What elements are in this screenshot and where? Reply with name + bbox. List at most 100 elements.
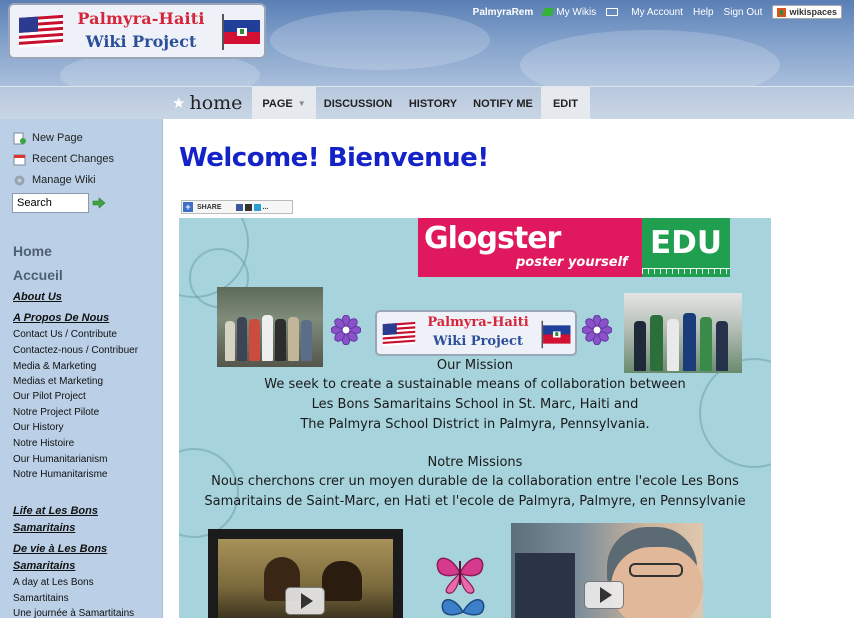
my-wikis-link[interactable]: My Wikis bbox=[542, 6, 597, 18]
tab-page[interactable]: PAGE ▼ bbox=[252, 87, 316, 120]
page-name-label: home bbox=[189, 92, 243, 114]
nav-link[interactable]: Contactez-nous / Contribuer bbox=[13, 345, 138, 356]
nav-link[interactable]: A day at Les Bons bbox=[13, 577, 94, 588]
new-page-icon bbox=[13, 132, 26, 144]
search-input[interactable] bbox=[12, 193, 89, 213]
mail-icon bbox=[606, 7, 619, 16]
delicious-icon bbox=[244, 203, 252, 211]
new-page-label: New Page bbox=[32, 132, 83, 144]
swirl-ornament bbox=[699, 358, 771, 468]
tab-discussion[interactable]: DISCUSSION bbox=[319, 87, 397, 120]
video-person bbox=[322, 561, 362, 601]
flower-icon bbox=[331, 315, 361, 345]
nav-de-vie-2[interactable]: Samaritains bbox=[13, 560, 75, 572]
photo-person bbox=[225, 321, 235, 361]
facebook-icon bbox=[235, 203, 243, 211]
missions-heading: Notre Missions bbox=[427, 455, 523, 470]
chevron-down-icon: ▼ bbox=[297, 99, 306, 108]
nav-link[interactable]: Our History bbox=[13, 422, 64, 433]
page-title: Welcome! Bienvenue! bbox=[179, 143, 489, 173]
my-account-link[interactable]: My Account bbox=[631, 7, 683, 18]
nav-about-us[interactable]: About Us bbox=[13, 291, 62, 303]
mission-text-line: We seek to create a sustainable means of… bbox=[264, 377, 686, 392]
wikispaces-logo-icon bbox=[777, 7, 787, 17]
nav-life-at-les-bons[interactable]: Life at Les Bons bbox=[13, 505, 98, 517]
glogster-green-block: EDU bbox=[642, 218, 730, 277]
site-logo[interactable]: Palmyra-Haiti Wiki Project bbox=[8, 3, 266, 59]
video-player-left[interactable] bbox=[208, 529, 403, 618]
sidebar: New Page Recent Changes Manage Wiki Home… bbox=[0, 119, 163, 618]
gear-icon bbox=[14, 175, 25, 185]
new-page-link[interactable]: New Page bbox=[13, 130, 83, 146]
glog-logo-line-2: Wiki Project bbox=[433, 334, 523, 349]
mission-text-line: The Palmyra School District in Palmyra, … bbox=[300, 417, 650, 432]
site-header: Palmyra-Haiti Wiki Project PalmyraRem My… bbox=[0, 0, 854, 86]
glogster-pink-block: Glogster poster yourself bbox=[418, 218, 642, 277]
play-button[interactable] bbox=[285, 587, 325, 615]
header-cloud bbox=[270, 10, 490, 70]
search-go-arrow-icon[interactable] bbox=[92, 197, 106, 209]
nav-link[interactable]: Notre Project Pilote bbox=[13, 407, 99, 418]
flower-icon bbox=[582, 315, 612, 345]
messages-link[interactable] bbox=[606, 7, 621, 18]
nav-link[interactable]: Une journée à Samartitains bbox=[13, 608, 134, 618]
tab-history[interactable]: HISTORY bbox=[402, 87, 464, 120]
help-link[interactable]: Help bbox=[693, 7, 714, 18]
logo-line-2: Wiki Project bbox=[85, 32, 197, 51]
video-player-right[interactable] bbox=[511, 523, 703, 618]
us-flag-icon bbox=[19, 14, 63, 48]
nav-home[interactable]: Home bbox=[13, 243, 52, 259]
more-icon: ... bbox=[262, 203, 269, 211]
share-button[interactable]: + SHARE ... bbox=[181, 200, 293, 214]
nav-de-vie[interactable]: De vie à Les Bons bbox=[13, 543, 107, 555]
missions-text-line: Samaritains de Saint-Marc, en Hati et l'… bbox=[204, 494, 746, 509]
username-link[interactable]: PalmyraRem bbox=[473, 7, 534, 18]
top-navigation: PalmyraRem My Wikis My Account Help Sign… bbox=[473, 3, 842, 21]
photo-person bbox=[275, 319, 286, 361]
nav-link[interactable]: Samartitains bbox=[13, 593, 69, 604]
twitter-icon bbox=[253, 203, 261, 211]
glogster-edu: EDU bbox=[650, 225, 723, 261]
haiti-flag-icon bbox=[222, 14, 260, 50]
recent-changes-label: Recent Changes bbox=[32, 153, 114, 165]
butterfly-icon bbox=[436, 557, 484, 594]
recent-changes-link[interactable]: Recent Changes bbox=[13, 151, 114, 167]
calendar-icon bbox=[13, 154, 26, 165]
nav-link[interactable]: Notre Humanitarisme bbox=[13, 469, 107, 480]
video-glasses bbox=[629, 563, 683, 577]
photo-person bbox=[262, 315, 273, 361]
main-content: Welcome! Bienvenue! + SHARE ... Glogster… bbox=[164, 119, 854, 618]
nav-link[interactable]: Contact Us / Contribute bbox=[13, 329, 117, 340]
glog-poster[interactable]: Glogster poster yourself EDU Palmyra-Hai… bbox=[179, 218, 771, 618]
tab-notify-me[interactable]: NOTIFY ME bbox=[467, 87, 539, 120]
glog-wiki-logo: Palmyra-Haiti Wiki Project bbox=[375, 310, 577, 356]
play-button[interactable] bbox=[584, 581, 624, 609]
nav-link[interactable]: Media & Marketing bbox=[13, 361, 96, 372]
header-cloud bbox=[520, 30, 780, 86]
group-photo-left[interactable] bbox=[217, 287, 323, 367]
manage-wiki-link[interactable]: Manage Wiki bbox=[13, 172, 96, 188]
haiti-flag-icon bbox=[541, 320, 571, 349]
glogster-edu-banner[interactable]: Glogster poster yourself EDU bbox=[418, 218, 730, 277]
mission-heading: Our Mission bbox=[436, 358, 514, 373]
mission-text-line: Les Bons Samaritains School in St. Marc,… bbox=[311, 397, 639, 412]
nav-a-propos[interactable]: A Propos De Nous bbox=[13, 312, 109, 324]
wikispaces-label: wikispaces bbox=[789, 7, 837, 17]
photo-person bbox=[249, 319, 260, 361]
glogster-word: Glogster bbox=[424, 221, 561, 256]
glog-logo-line-1: Palmyra-Haiti bbox=[427, 315, 529, 330]
nav-accueil[interactable]: Accueil bbox=[13, 267, 63, 283]
nav-life-at-les-bons-2[interactable]: Samaritains bbox=[13, 522, 75, 534]
nav-link[interactable]: Our Humanitarianism bbox=[13, 454, 107, 465]
photo-person bbox=[301, 320, 312, 361]
my-wikis-label: My Wikis bbox=[556, 6, 597, 18]
butterfly-icon bbox=[441, 599, 485, 616]
nav-link[interactable]: Notre Histoire bbox=[13, 438, 74, 449]
share-label: SHARE bbox=[197, 203, 222, 211]
wikispaces-brand-button[interactable]: wikispaces bbox=[772, 5, 842, 19]
star-icon[interactable]: ★ bbox=[172, 94, 185, 112]
tab-edit[interactable]: EDIT bbox=[541, 87, 590, 120]
nav-link[interactable]: Medias et Marketing bbox=[13, 376, 103, 387]
sign-out-link[interactable]: Sign Out bbox=[724, 7, 763, 18]
nav-link[interactable]: Our Pilot Project bbox=[13, 391, 86, 402]
